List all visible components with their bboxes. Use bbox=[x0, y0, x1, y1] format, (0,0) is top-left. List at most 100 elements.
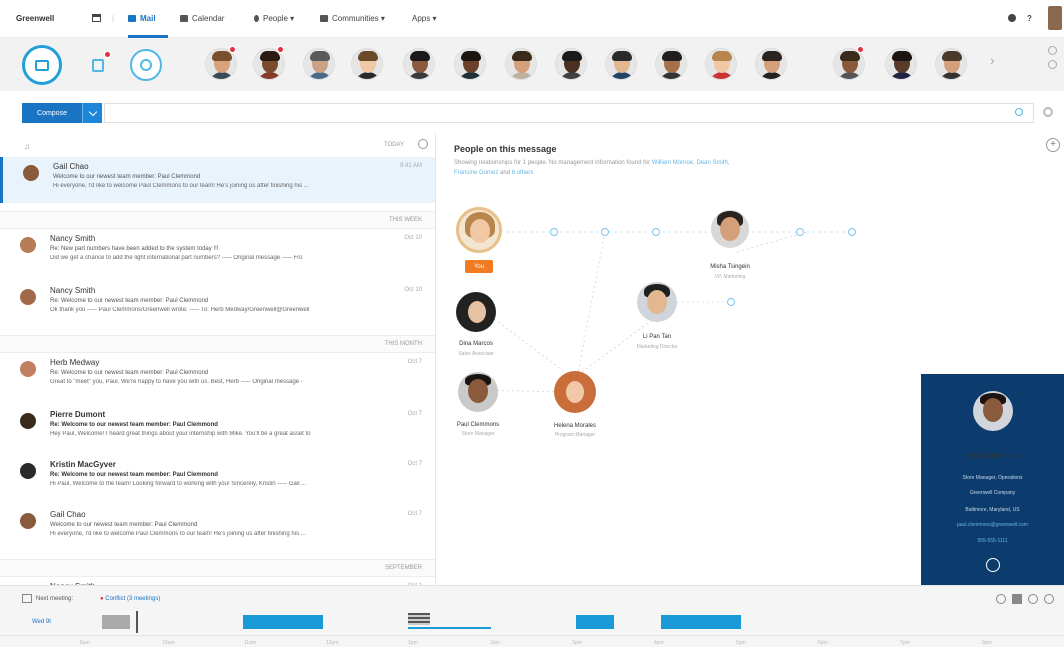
calendar-event-conflict[interactable] bbox=[408, 613, 430, 625]
timeline-zoom-in-icon[interactable] bbox=[1028, 594, 1038, 604]
timeline-tick: 4pm bbox=[654, 640, 664, 646]
add-person-icon[interactable]: + bbox=[1046, 138, 1060, 152]
help-label: ? bbox=[1027, 14, 1032, 23]
nav-mail[interactable]: Mail bbox=[128, 14, 156, 23]
subtitle-text: Showing relationships for 1 people. No m… bbox=[454, 160, 651, 166]
refresh-icon[interactable] bbox=[418, 139, 428, 149]
graph-connector-dot[interactable] bbox=[848, 228, 856, 236]
mail-time: Oct 7 bbox=[407, 411, 422, 417]
calendar-icon bbox=[180, 15, 188, 22]
contact-avatar[interactable] bbox=[351, 48, 383, 80]
calendar-event-block[interactable] bbox=[243, 615, 323, 629]
conflict-text: Conflict (3 meetings) bbox=[105, 596, 161, 602]
timeline-zoom-out-icon[interactable] bbox=[1044, 594, 1054, 604]
home-icon[interactable] bbox=[92, 14, 101, 22]
calendar-event-block[interactable] bbox=[102, 615, 130, 629]
nav-apps[interactable]: Apps ▾ bbox=[412, 14, 436, 23]
mail-preview: Great to "meet" you, Paul. We're happy t… bbox=[50, 379, 303, 385]
mail-list-item[interactable]: Gail Chao Oct 7 Welcome to our newest team… bbox=[0, 505, 435, 551]
inbox-tool[interactable] bbox=[22, 45, 62, 85]
compose-dropdown-button[interactable] bbox=[82, 103, 102, 123]
person-node-helena[interactable] bbox=[554, 371, 596, 413]
graph-connector-dot[interactable] bbox=[652, 228, 660, 236]
profile-card-phone[interactable]: 555-555-1111 bbox=[921, 538, 1064, 544]
mail-list-item[interactable]: Herb Medway Oct 7 Re: Welcome to our newes… bbox=[0, 353, 435, 399]
contact-avatar[interactable] bbox=[303, 48, 335, 80]
people-panel-subtitle: Showing relationships for 1 people. No m… bbox=[454, 160, 730, 166]
search-icon[interactable] bbox=[1015, 108, 1023, 116]
mail-list-item[interactable]: Pierre Dumont Oct 7 Re: Welcome to our new… bbox=[0, 405, 435, 451]
calendar-event-block[interactable] bbox=[576, 615, 614, 629]
chevron-right-icon[interactable]: › bbox=[990, 52, 995, 68]
next-meeting-label: Next meeting: bbox=[36, 596, 74, 602]
add-icon[interactable] bbox=[1048, 46, 1057, 55]
mail-sender: Pierre Dumont bbox=[50, 410, 106, 419]
graph-connector-dot[interactable] bbox=[727, 298, 735, 306]
mail-time: Oct 7 bbox=[407, 511, 422, 517]
mail-sender: Nancy Smith bbox=[50, 234, 96, 243]
contact-avatar[interactable] bbox=[555, 48, 587, 80]
person-node-misha[interactable] bbox=[711, 210, 749, 248]
node-role: Marketing Director bbox=[636, 344, 678, 350]
profile-card-add-button[interactable]: + bbox=[986, 558, 1000, 572]
mail-list-item[interactable]: Nancy Smith Oct 10 Re: New part numbers ha… bbox=[0, 229, 435, 275]
node-role: Sales Associate bbox=[458, 351, 494, 357]
mail-list-item[interactable]: Nancy Smith Oct 10 Re: Welcome to our newe… bbox=[0, 281, 435, 327]
clock-tool[interactable] bbox=[130, 49, 162, 81]
nav-apps-label: Apps ▾ bbox=[412, 14, 437, 23]
section-header-today: TODAY bbox=[384, 142, 405, 148]
mail-preview: Ok thank you ----- Paul Clemmons/Greenwe… bbox=[50, 307, 310, 313]
subtitle-link[interactable]: William Monroe, Dean Smith, bbox=[652, 160, 730, 166]
node-name: Misha Tsingein bbox=[710, 264, 750, 270]
nav-calendar[interactable]: Calendar bbox=[180, 14, 224, 23]
graph-connector-dot[interactable] bbox=[796, 228, 804, 236]
profile-card-email[interactable]: paul.clemmons@greenwell.com bbox=[921, 522, 1064, 528]
section-header: THIS MONTH bbox=[0, 335, 435, 353]
graph-connector-dot[interactable] bbox=[601, 228, 609, 236]
contact-avatar[interactable] bbox=[755, 48, 787, 80]
profile-card-avatar[interactable] bbox=[973, 391, 1013, 431]
timeline-calendar-icon[interactable] bbox=[1012, 594, 1022, 604]
notification-badge bbox=[277, 46, 284, 53]
person-node-you[interactable] bbox=[456, 207, 502, 253]
sender-avatar bbox=[20, 463, 36, 479]
person-node-paul[interactable] bbox=[458, 372, 498, 412]
calendar-timeline-bar bbox=[0, 585, 1064, 647]
top-navigation-bar: Greenwell | Mail Calendar People ▾ Commu… bbox=[0, 0, 1064, 38]
conflict-link[interactable]: ● Conflict (3 meetings) bbox=[100, 596, 160, 602]
contact-avatar[interactable] bbox=[935, 48, 967, 80]
tasks-tool[interactable] bbox=[82, 49, 114, 81]
search-input[interactable] bbox=[104, 103, 1034, 123]
contact-avatar[interactable] bbox=[505, 48, 537, 80]
timeline-tick: 12pm bbox=[326, 640, 339, 646]
sort-icon[interactable]: ♫ bbox=[24, 142, 30, 151]
mail-list-item[interactable]: Gail Chao 9:41 AM Welcome to our newest te… bbox=[0, 157, 435, 203]
timeline-tick: 11am bbox=[244, 640, 257, 646]
settings-gear-icon[interactable] bbox=[1043, 107, 1053, 117]
mail-list-item[interactable]: Kristin MacGyver Oct 7 Re: Welcome to our … bbox=[0, 455, 435, 501]
nav-people[interactable]: People ▾ bbox=[254, 14, 294, 23]
user-avatar[interactable] bbox=[1048, 6, 1062, 30]
settings-icon[interactable] bbox=[1008, 14, 1016, 22]
contact-avatar[interactable] bbox=[605, 48, 637, 80]
contact-avatar[interactable] bbox=[454, 48, 486, 80]
calendar-event-block[interactable] bbox=[661, 615, 741, 629]
contact-avatar[interactable] bbox=[705, 48, 737, 80]
subtitle-link[interactable]: Francine Gomez bbox=[454, 170, 498, 176]
brand-logo[interactable]: Greenwell bbox=[16, 14, 54, 23]
contact-avatar[interactable] bbox=[403, 48, 435, 80]
person-node-li-pan[interactable] bbox=[637, 282, 677, 322]
contact-avatar[interactable] bbox=[655, 48, 687, 80]
subtitle-link[interactable]: 6 others bbox=[512, 170, 534, 176]
mail-preview: Did we get a chance to add the light int… bbox=[50, 255, 303, 261]
mail-list-item[interactable]: Nancy SmithOct 1 bbox=[0, 577, 435, 585]
timeline-prev-icon[interactable] bbox=[996, 594, 1006, 604]
collapse-icon[interactable] bbox=[1048, 60, 1057, 69]
nav-communities[interactable]: Communities ▾ bbox=[320, 14, 385, 23]
graph-connector-dot[interactable] bbox=[550, 228, 558, 236]
contact-avatar[interactable] bbox=[885, 48, 917, 80]
mail-time: Oct 10 bbox=[404, 287, 422, 293]
help-icon[interactable]: ? bbox=[1027, 14, 1032, 23]
person-node-dina[interactable] bbox=[456, 292, 496, 332]
compose-button[interactable]: Compose bbox=[22, 103, 82, 123]
